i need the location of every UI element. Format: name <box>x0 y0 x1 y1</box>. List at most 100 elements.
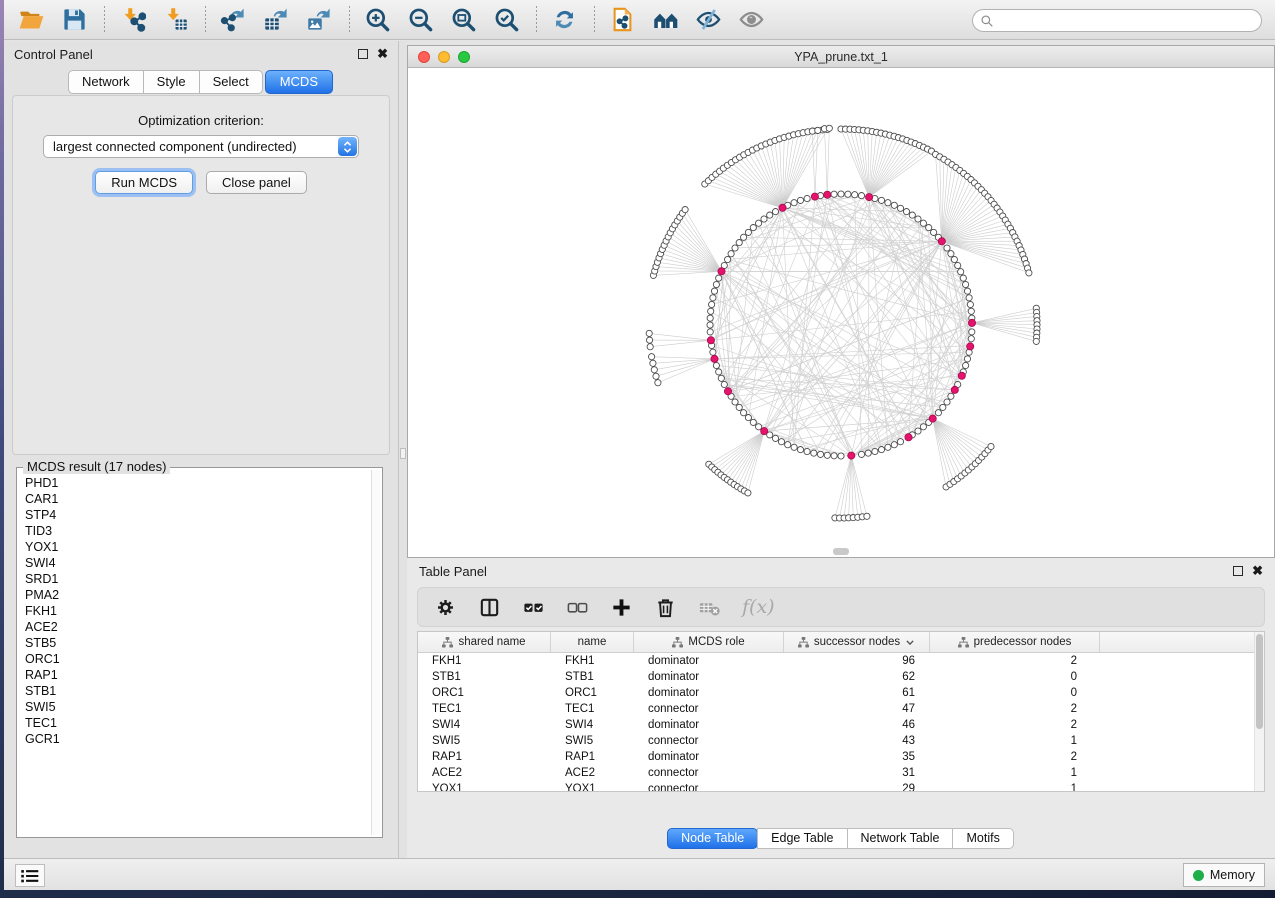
network-window-titlebar[interactable]: YPA_prune.txt_1 <box>408 46 1274 68</box>
mcds-result-item[interactable]: STP4 <box>25 507 370 523</box>
mcds-result-item[interactable]: CAR1 <box>25 491 370 507</box>
mcds-result-item[interactable]: PHD1 <box>25 475 370 491</box>
gear-icon[interactable] <box>434 596 457 619</box>
column-header-shared-name[interactable]: shared name <box>418 632 551 652</box>
save-icon[interactable] <box>57 4 91 36</box>
table-vscrollbar-thumb[interactable] <box>1256 634 1263 729</box>
legend-icon[interactable] <box>648 4 682 36</box>
table-row[interactable]: TEC1TEC1connector472 <box>418 701 1254 717</box>
table-cell: 1 <box>930 767 1100 779</box>
criterion-select[interactable]: largest connected component (undirected) <box>43 135 359 158</box>
delete-icon[interactable] <box>654 596 677 619</box>
table-cell: STB1 <box>551 671 634 683</box>
tab-edge-table[interactable]: Edge Table <box>757 828 847 849</box>
refresh-icon[interactable] <box>547 4 581 36</box>
run-mcds-button[interactable]: Run MCDS <box>95 171 193 194</box>
memory-status-icon <box>1193 870 1204 881</box>
mcds-result-item[interactable]: SWI5 <box>25 699 370 715</box>
mcds-result-item[interactable]: STB5 <box>25 635 370 651</box>
table-row[interactable]: SWI5SWI5connector431 <box>418 733 1254 749</box>
main-toolbar <box>4 0 1275 40</box>
show-graphics-details-icon[interactable] <box>734 4 768 36</box>
mcds-result-item[interactable]: FKH1 <box>25 603 370 619</box>
tab-network-table[interactable]: Network Table <box>847 828 954 849</box>
export-table-icon[interactable] <box>259 4 293 36</box>
mcds-panel: Optimization criterion: largest connecte… <box>12 95 390 455</box>
mcds-result-item[interactable]: ACE2 <box>25 619 370 635</box>
mcds-result-item[interactable]: TID3 <box>25 523 370 539</box>
memory-button[interactable]: Memory <box>1183 863 1265 887</box>
select-all-icon[interactable] <box>522 596 545 619</box>
table-row[interactable]: RAP1RAP1dominator352 <box>418 749 1254 765</box>
export-image-icon[interactable] <box>302 4 336 36</box>
column-header-name[interactable]: name <box>551 632 634 652</box>
mcds-result-item[interactable]: SRD1 <box>25 571 370 587</box>
mcds-result-item[interactable]: SWI4 <box>25 555 370 571</box>
hide-visual-props-icon[interactable] <box>691 4 725 36</box>
mcds-result-item[interactable]: TEC1 <box>25 715 370 731</box>
float-window-icon[interactable] <box>1233 566 1243 576</box>
table-cell: dominator <box>634 751 784 763</box>
mcds-result-list[interactable]: PHD1CAR1STP4TID3YOX1SWI4SRD1PMA2FKH1ACE2… <box>19 470 370 835</box>
select-stepper-icon[interactable] <box>338 137 357 156</box>
network-graph[interactable] <box>408 68 1274 557</box>
close-icon[interactable]: ✖ <box>377 49 388 59</box>
table-cell: connector <box>634 767 784 779</box>
table-row[interactable]: FKH1FKH1dominator962 <box>418 653 1254 669</box>
table-row[interactable]: YOX1YOX1connector291 <box>418 781 1254 791</box>
mcds-result-item[interactable]: PMA2 <box>25 587 370 603</box>
search-input[interactable] <box>994 12 1261 30</box>
task-history-button[interactable] <box>15 864 45 887</box>
zoom-out-icon[interactable] <box>403 4 437 36</box>
minimize-window-icon[interactable] <box>438 51 450 63</box>
table-tabs: Node TableEdge TableNetwork TableMotifs <box>407 828 1275 849</box>
float-window-icon[interactable] <box>358 49 368 59</box>
node-table-body: FKH1FKH1dominator962STB1STB1dominator620… <box>418 653 1254 791</box>
table-row[interactable]: STB1STB1dominator620 <box>418 669 1254 685</box>
panel-splitter[interactable] <box>399 41 407 858</box>
zoom-in-icon[interactable] <box>360 4 394 36</box>
mcds-result-item[interactable]: YOX1 <box>25 539 370 555</box>
columns-icon[interactable] <box>478 596 501 619</box>
mcds-result-scrollbar[interactable] <box>371 470 380 835</box>
tab-mcds[interactable]: MCDS <box>265 70 333 94</box>
table-row[interactable]: SWI4SWI4dominator462 <box>418 717 1254 733</box>
tab-node-table[interactable]: Node Table <box>667 828 758 849</box>
tab-network[interactable]: Network <box>68 70 144 94</box>
table-vscrollbar[interactable] <box>1254 632 1264 791</box>
zoom-selected-icon[interactable] <box>489 4 523 36</box>
column-header-successor-nodes[interactable]: successor nodes <box>784 632 930 652</box>
mcds-result-item[interactable]: RAP1 <box>25 667 370 683</box>
table-cell: RAP1 <box>551 751 634 763</box>
zoom-fit-icon[interactable] <box>446 4 480 36</box>
open-file-icon[interactable] <box>14 4 48 36</box>
unselect-all-icon[interactable] <box>566 596 589 619</box>
mcds-result-item[interactable]: STB1 <box>25 683 370 699</box>
import-table-icon[interactable] <box>158 4 192 36</box>
network-hscrollbar[interactable] <box>833 548 849 555</box>
splitter-handle[interactable] <box>400 448 406 459</box>
table-cell: SWI4 <box>418 719 551 731</box>
fx-icon: f(x) <box>742 596 775 618</box>
table-cell: 1 <box>930 735 1100 747</box>
table-cell: SWI5 <box>551 735 634 747</box>
search-box[interactable] <box>972 9 1262 32</box>
network-file-icon[interactable] <box>605 4 639 36</box>
column-header-predecessor-nodes[interactable]: predecessor nodes <box>930 632 1100 652</box>
tab-select[interactable]: Select <box>199 70 263 94</box>
column-header-mcds-role[interactable]: MCDS role <box>634 632 784 652</box>
table-row[interactable]: ACE2ACE2connector311 <box>418 765 1254 781</box>
add-icon[interactable] <box>610 596 633 619</box>
close-panel-button[interactable]: Close panel <box>206 171 307 194</box>
export-network-icon[interactable] <box>216 4 250 36</box>
network-canvas[interactable] <box>408 68 1274 557</box>
maximize-window-icon[interactable] <box>458 51 470 63</box>
close-icon[interactable]: ✖ <box>1252 566 1263 576</box>
tab-style[interactable]: Style <box>143 70 200 94</box>
table-row[interactable]: ORC1ORC1dominator610 <box>418 685 1254 701</box>
close-window-icon[interactable] <box>418 51 430 63</box>
import-network-icon[interactable] <box>115 4 149 36</box>
tab-motifs[interactable]: Motifs <box>952 828 1013 849</box>
mcds-result-item[interactable]: GCR1 <box>25 731 370 747</box>
mcds-result-item[interactable]: ORC1 <box>25 651 370 667</box>
